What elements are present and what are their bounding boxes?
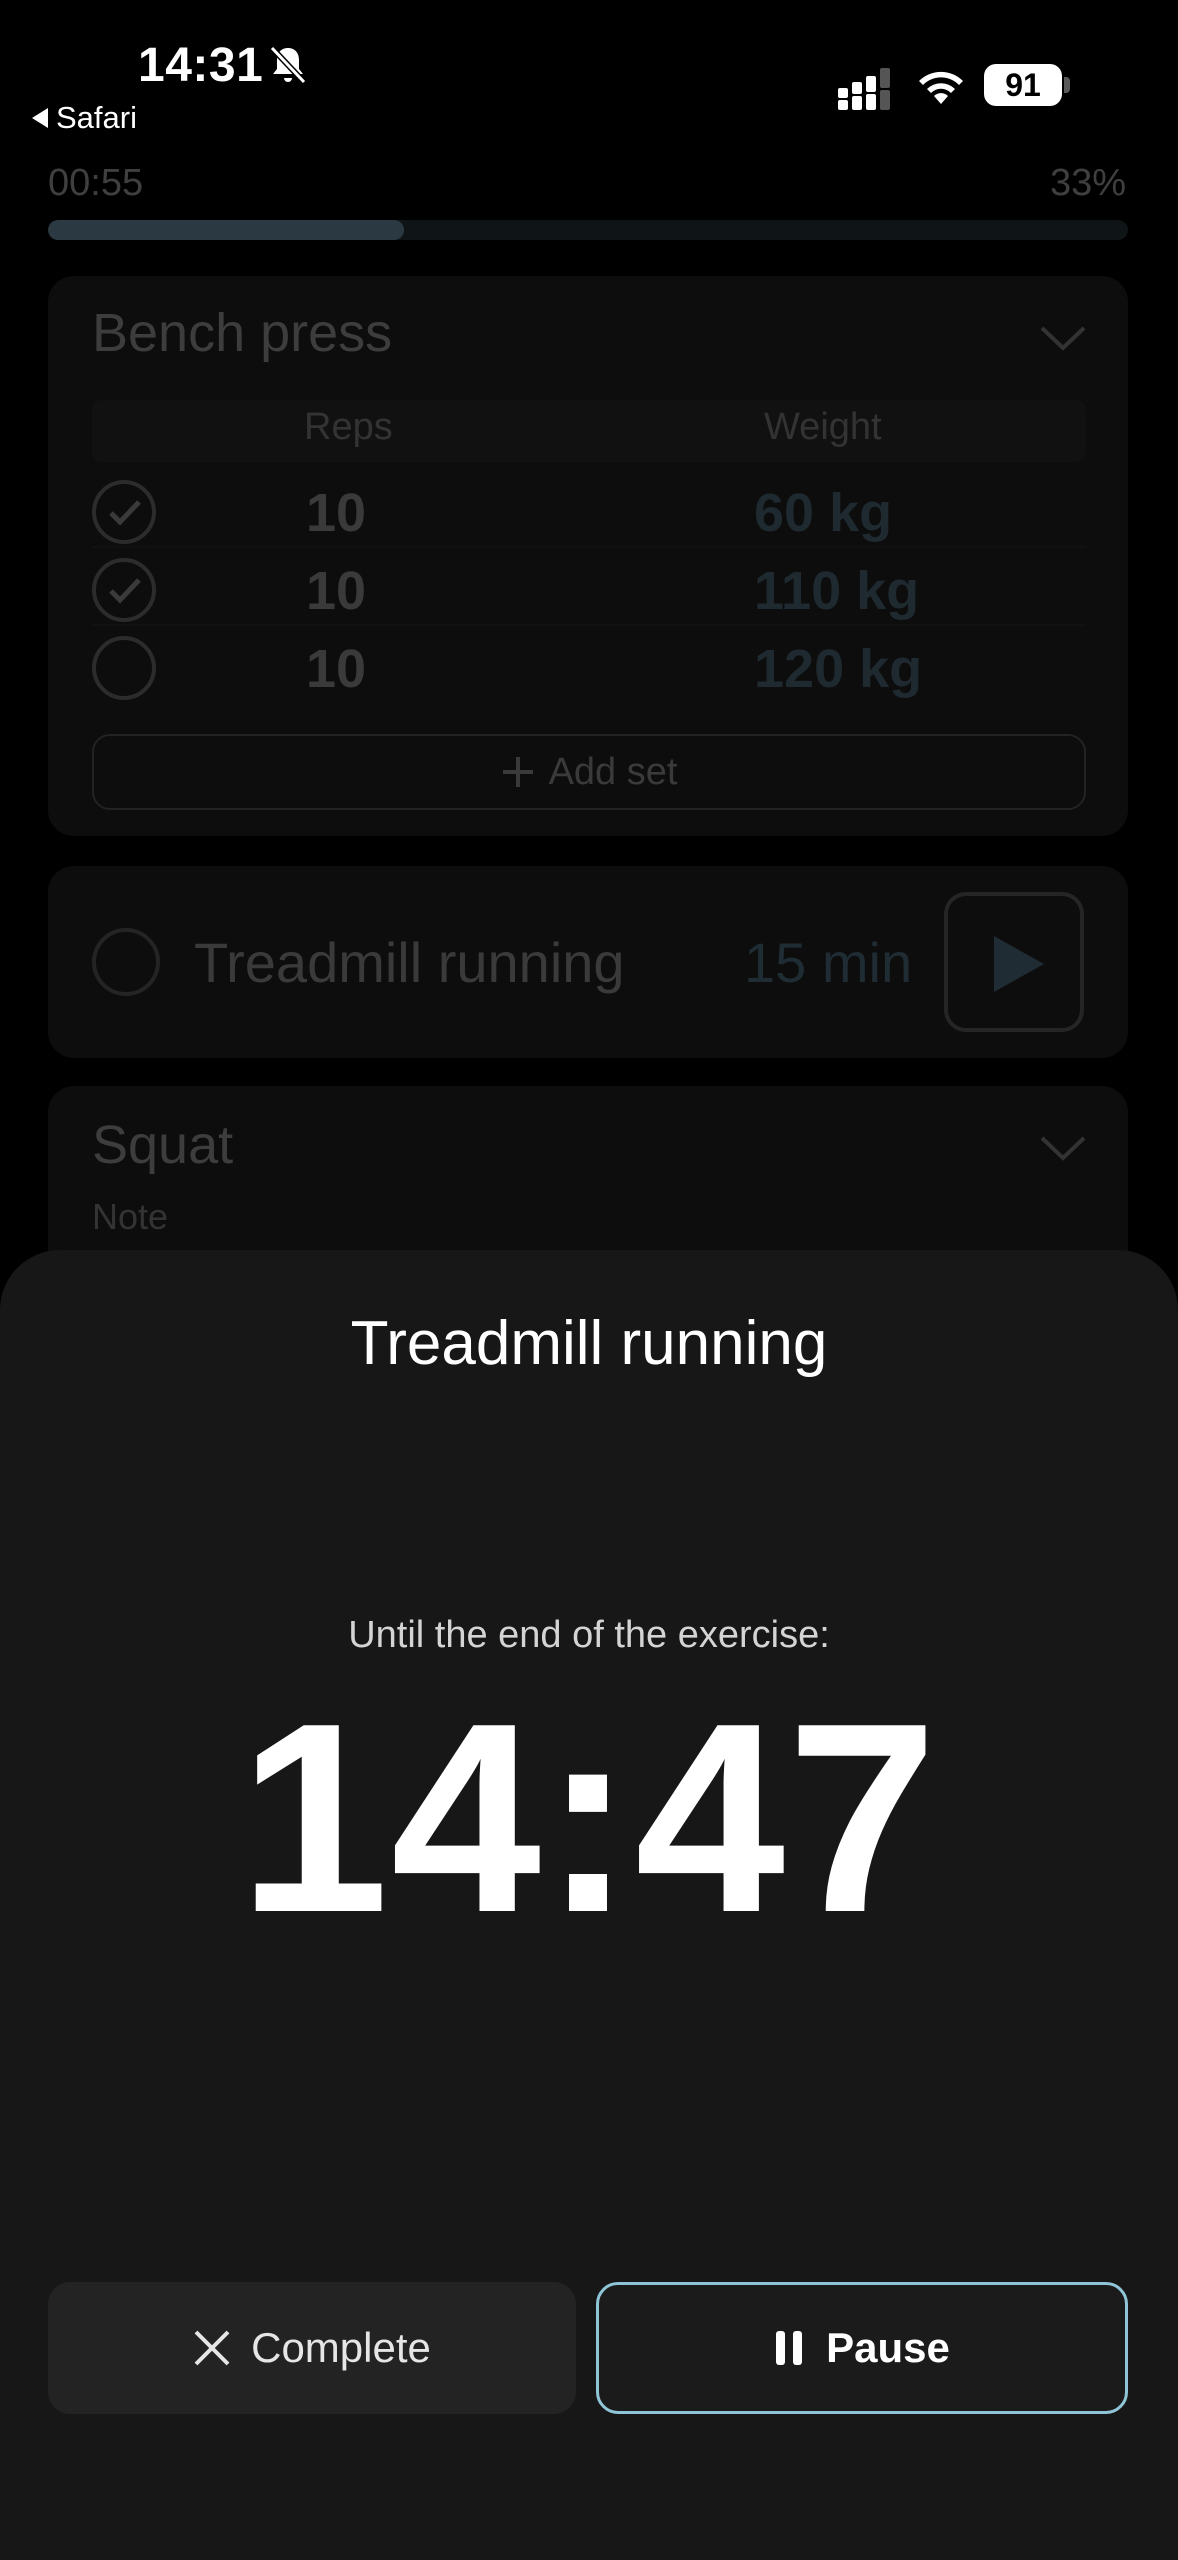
bell-off-icon [269, 45, 307, 85]
exercise-title: Treadmill running [194, 931, 625, 994]
add-set-button[interactable]: Add set [92, 734, 1086, 810]
set-weight[interactable]: 60 kg [754, 482, 892, 544]
elapsed-time: 00:55 [48, 162, 144, 204]
exercise-card-bench-press[interactable]: Bench press Reps Weight 10 60 kg 10 110 … [48, 276, 1128, 836]
battery-icon: 91 [984, 64, 1072, 106]
progress-percent: 33% [1049, 162, 1126, 204]
set-weight[interactable]: 110 kg [754, 560, 919, 622]
exercise-title: Bench press [92, 303, 393, 363]
start-timer-button[interactable] [944, 892, 1084, 1032]
set-done-checkbox[interactable] [92, 480, 156, 544]
set-weight[interactable]: 120 kg [754, 638, 922, 700]
signal-icon [838, 68, 890, 110]
set-done-checkbox[interactable] [92, 636, 156, 700]
timer-subtitle: Until the end of the exercise: [348, 1614, 830, 1656]
exercise-card-treadmill[interactable]: Treadmill running 15 min [48, 866, 1128, 1058]
timer-bottom-sheet: Treadmill running Until the end of the e… [0, 1250, 1178, 2560]
exercise-duration: 15 min [744, 931, 913, 994]
battery-level: 91 [984, 64, 1062, 106]
pause-icon [776, 2331, 803, 2365]
set-row: 10 120 kg [92, 628, 1086, 704]
chevron-down-icon[interactable] [1038, 1132, 1088, 1162]
countdown-timer: 14:47 [238, 1668, 940, 1969]
plus-icon [502, 757, 533, 787]
chevron-down-icon[interactable] [1038, 322, 1088, 352]
weight-column-header: Weight [764, 406, 882, 448]
battery-tip [1064, 77, 1070, 93]
workout-progress-fill [48, 220, 405, 240]
pause-button[interactable]: Pause [596, 2282, 1128, 2414]
workout-progress-bar [48, 220, 1128, 240]
reps-column-header: Reps [304, 406, 393, 448]
checkmark-icon [109, 500, 141, 526]
set-reps[interactable]: 10 [306, 560, 366, 622]
status-time: 14:31 [138, 39, 264, 92]
add-set-label: Add set [548, 750, 678, 793]
set-reps[interactable]: 10 [306, 638, 366, 700]
set-done-checkbox[interactable] [92, 558, 156, 622]
exercise-done-checkbox[interactable] [92, 928, 160, 996]
set-reps[interactable]: 10 [306, 482, 366, 544]
back-arrow-icon [32, 108, 48, 128]
close-icon [194, 2330, 230, 2366]
back-label: Safari [56, 100, 137, 135]
complete-label: Complete [251, 2324, 431, 2371]
play-icon [994, 936, 1044, 992]
checkmark-icon [109, 578, 141, 604]
set-row: 10 110 kg [92, 550, 1086, 626]
note-field[interactable]: Note [92, 1196, 168, 1238]
sets-table-header [92, 400, 1086, 462]
set-row: 10 60 kg [92, 472, 1086, 548]
exercise-title: Squat [92, 1115, 234, 1175]
complete-button[interactable]: Complete [48, 2282, 576, 2414]
back-to-safari-link[interactable]: Safari [32, 100, 137, 136]
pause-label: Pause [826, 2324, 950, 2371]
wifi-icon [919, 71, 963, 104]
sheet-title: Treadmill running [350, 1309, 828, 1378]
